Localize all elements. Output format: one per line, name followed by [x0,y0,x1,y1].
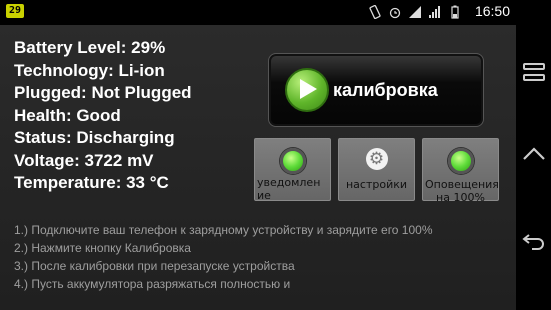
back-icon[interactable] [520,226,548,254]
calibrate-label: калибровка [333,79,438,100]
instruction-step: 2.) Нажмите кнопку Калибровка [14,241,191,255]
instruction-step: 1.) Подключите ваш телефон к зарядному у… [14,223,433,237]
battery-temperature: Temperature: 33 °C [14,173,169,192]
notifications-label: уведомлен ие [257,176,321,202]
battery-level: Battery Level: 29% [14,38,166,57]
notification-badge: 29 [6,4,25,18]
green-indicator-icon [447,148,474,174]
instruction-step: 3.) После калибровки при перезапуске уст… [14,259,295,273]
signal-icon [429,6,440,18]
battery-info: Battery Level: 29% Technology: Li-ion Pl… [14,37,192,195]
full-charge-alert-label: Оповещения на 100% [425,178,499,204]
battery-icon [451,5,459,19]
battery-technology: Technology: Li-ion [14,60,165,80]
notifications-button[interactable]: уведомлен ие [254,138,331,202]
full-charge-alert-button[interactable]: Оповещения на 100% [422,138,499,204]
status-icons [368,4,462,20]
play-icon [285,68,329,112]
wifi-icon [409,6,421,18]
green-indicator-icon [279,148,306,174]
instruction-step: 4.) Пусть аккумулятора разряжаться полно… [14,277,291,291]
battery-plugged: Plugged: Not Plugged [14,83,192,102]
instructions: 1.) Подключите ваш телефон к зарядному у… [14,221,433,293]
battery-status: Status: Discharging [14,128,175,147]
vibrate-icon [369,5,381,19]
app-content: Battery Level: 29% Technology: Li-ion Pl… [0,25,516,310]
alarm-icon [389,7,401,19]
status-clock: 16:50 [474,3,510,19]
navigation-bar [516,0,551,310]
gear-icon: ⚙ [365,148,388,170]
calibrate-button[interactable]: калибровка [268,53,484,127]
settings-button[interactable]: ⚙ настройки [338,138,415,201]
battery-voltage: Voltage: 3722 mV [14,150,154,170]
settings-label: настройки [345,178,408,191]
recent-apps-icon[interactable] [520,58,548,86]
home-icon[interactable] [520,141,548,169]
battery-health: Health: Good [14,105,121,125]
status-bar: 29 16:50 [0,0,516,25]
